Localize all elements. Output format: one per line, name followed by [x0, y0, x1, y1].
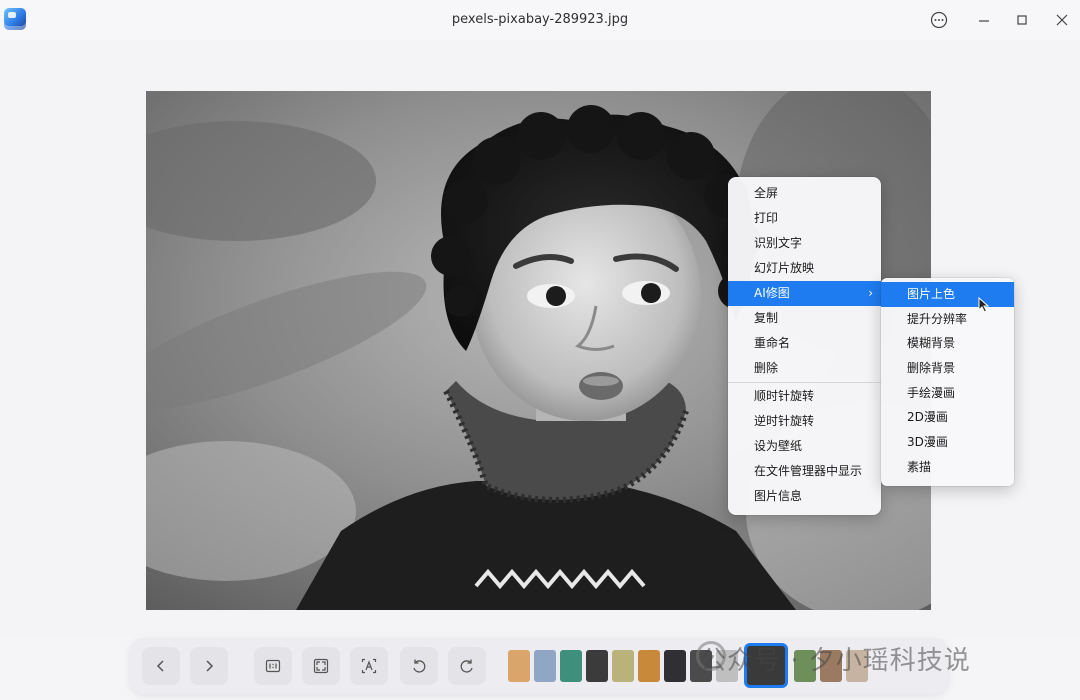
menu-item-label: 删除背景	[907, 361, 956, 376]
window-title: pexels-pixabay-289923.jpg	[451, 12, 629, 27]
text-recognition-icon	[361, 658, 377, 674]
menu-item-slideshow[interactable]: 幻灯片放映	[728, 256, 881, 281]
menu-item-label: 素描	[907, 459, 932, 474]
thumbnail[interactable]	[664, 650, 686, 682]
submenu-item-colorize[interactable]: 图片上色	[881, 282, 1014, 307]
menu-item-fullscreen[interactable]: 全屏	[728, 181, 881, 206]
menu-item-label: 打印	[754, 211, 779, 225]
previous-button[interactable]	[142, 647, 180, 685]
menu-item-print[interactable]: 打印	[728, 206, 881, 231]
menu-item-label: 设为壁纸	[754, 439, 803, 453]
rotate-counterclockwise-button[interactable]	[400, 647, 438, 685]
menu-separator	[728, 382, 881, 383]
menu-item-label: 模糊背景	[907, 336, 956, 351]
menu-item-label: 逆时针旋转	[754, 414, 815, 428]
menu-item-ocr[interactable]: 识别文字	[728, 231, 881, 256]
menu-item-label: AI修图	[754, 286, 790, 300]
thumbnail[interactable]	[612, 650, 634, 682]
watermark-text: 公众号 · 夕小瑶科技说	[700, 646, 971, 676]
more-options-button[interactable]	[927, 8, 951, 32]
thumbnail[interactable]	[586, 650, 608, 682]
fit-window-button[interactable]	[302, 647, 340, 685]
submenu-item-hand-drawn-comic[interactable]: 手绘漫画	[881, 381, 1014, 406]
menu-item-ai-retouch[interactable]: AI修图 ›	[728, 281, 881, 306]
rotate-clockwise-button[interactable]	[448, 647, 486, 685]
mouse-cursor-icon	[978, 297, 990, 313]
close-button[interactable]	[1050, 8, 1074, 32]
submenu-item-upscale[interactable]: 提升分辨率	[881, 307, 1014, 332]
ai-retouch-submenu: 图片上色 提升分辨率 模糊背景 删除背景 手绘漫画 2D漫画 3D漫画 素描	[881, 278, 1014, 486]
menu-item-label: 图片上色	[907, 287, 956, 301]
thumbnail[interactable]	[560, 650, 582, 682]
thumbnail[interactable]	[508, 650, 530, 682]
menu-item-label: 在文件管理器中显示	[754, 464, 863, 478]
minimize-icon	[979, 20, 989, 22]
chevron-left-icon	[156, 660, 164, 672]
menu-item-show-in-file-manager[interactable]: 在文件管理器中显示	[728, 459, 881, 484]
menu-item-label: 顺时针旋转	[754, 389, 815, 403]
menu-item-image-info[interactable]: 图片信息	[728, 484, 881, 509]
menu-item-rotate-clockwise[interactable]: 顺时针旋转	[728, 384, 881, 409]
minimize-button[interactable]	[972, 8, 996, 32]
menu-item-label: 识别文字	[754, 236, 803, 250]
menu-item-rename[interactable]: 重命名	[728, 331, 881, 356]
close-icon	[1056, 14, 1068, 26]
menu-item-rotate-counterclockwise[interactable]: 逆时针旋转	[728, 409, 881, 434]
menu-item-label: 2D漫画	[907, 410, 948, 425]
menu-item-label: 3D漫画	[907, 435, 948, 450]
thumbnail[interactable]	[534, 650, 556, 682]
maximize-button[interactable]	[1010, 8, 1034, 32]
thumbnail[interactable]	[638, 650, 660, 682]
more-icon	[930, 11, 948, 29]
menu-item-copy[interactable]: 复制	[728, 306, 881, 331]
rotate-right-icon	[460, 659, 473, 673]
submenu-item-2d-comic[interactable]: 2D漫画	[881, 405, 1014, 430]
menu-item-label: 全屏	[754, 186, 779, 200]
next-button[interactable]	[190, 647, 228, 685]
submenu-item-remove-background[interactable]: 删除背景	[881, 356, 1014, 381]
menu-item-label: 幻灯片放映	[754, 261, 815, 275]
submenu-item-blur-background[interactable]: 模糊背景	[881, 331, 1014, 356]
original-size-button[interactable]	[254, 647, 292, 685]
submenu-item-sketch[interactable]: 素描	[881, 455, 1014, 480]
menu-item-label: 复制	[754, 311, 779, 325]
rotate-left-icon	[413, 659, 426, 673]
submenu-item-3d-comic[interactable]: 3D漫画	[881, 430, 1014, 455]
menu-item-label: 删除	[754, 361, 779, 375]
title-bar: pexels-pixabay-289923.jpg	[0, 0, 1080, 40]
maximize-icon	[1017, 15, 1027, 25]
menu-item-label: 重命名	[754, 336, 791, 350]
context-menu: 全屏 打印 识别文字 幻灯片放映 AI修图 › 复制 重命名 删除 顺时针旋转 …	[728, 177, 881, 515]
menu-item-set-wallpaper[interactable]: 设为壁纸	[728, 434, 881, 459]
menu-item-label: 手绘漫画	[907, 385, 956, 400]
chevron-right-icon: ›	[868, 286, 873, 300]
menu-item-label: 图片信息	[754, 489, 803, 503]
one-to-one-icon	[265, 659, 281, 673]
ocr-button[interactable]	[350, 647, 388, 685]
menu-item-delete[interactable]: 删除	[728, 356, 881, 381]
chevron-right-icon	[206, 660, 214, 672]
menu-item-label: 提升分辨率	[907, 311, 968, 326]
fit-window-icon	[313, 658, 329, 674]
